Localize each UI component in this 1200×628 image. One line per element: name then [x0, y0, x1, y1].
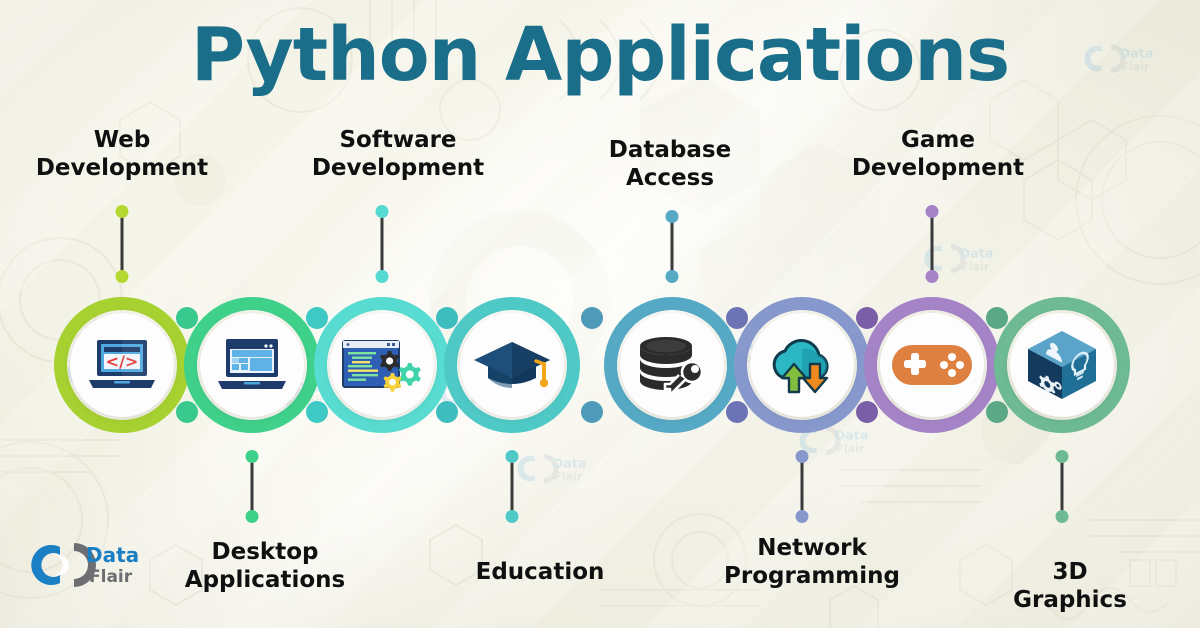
- node-label-software-development: Software Development: [311, 127, 485, 182]
- chain-joint-dot: [726, 401, 748, 423]
- connector-stem: [120, 211, 124, 277]
- node-label-desktop-applications: Desktop Applications: [184, 539, 346, 594]
- gamepad-icon: [880, 313, 984, 417]
- graduation-cap-icon: [460, 313, 564, 417]
- connector-database-access: [665, 210, 679, 283]
- chain-joint-dot: [176, 401, 198, 423]
- chain-joint-dot: [856, 307, 878, 329]
- chain-joint-dot: [581, 307, 603, 329]
- chain-joint-dot: [726, 307, 748, 329]
- cloud-transfer-icon: [750, 313, 854, 417]
- logo-text-primary: Data: [86, 543, 139, 567]
- connector-desktop-applications: [245, 450, 259, 523]
- cube-3d-icon: [1010, 313, 1114, 417]
- node-label-game-development: Game Development: [851, 127, 1025, 182]
- connector-3d-graphics: [1055, 450, 1069, 523]
- connector-dot-bottom: [1055, 510, 1069, 523]
- connector-stem: [670, 216, 674, 277]
- node-label-education: Education: [475, 559, 605, 585]
- chain-joint-dot: [581, 401, 603, 423]
- chain-joint-dot: [436, 401, 458, 423]
- chain-joint-dot: [436, 307, 458, 329]
- connector-dot-top: [665, 210, 679, 223]
- laptop-window-icon: [200, 313, 304, 417]
- chain-joint-dot: [176, 307, 198, 329]
- connector-dot-top: [1055, 450, 1069, 463]
- dataflair-logo: Data Flair: [30, 538, 150, 590]
- connector-stem: [250, 456, 254, 517]
- node-label-web-development: Web Development: [35, 127, 209, 182]
- connector-stem: [800, 456, 804, 517]
- chain-joint-dot: [986, 401, 1008, 423]
- connector-education: [505, 450, 519, 523]
- node-label-network-programming: Network Programming: [724, 535, 900, 590]
- connector-dot-top: [925, 205, 939, 218]
- connector-dot-bottom: [665, 270, 679, 283]
- connector-dot-top: [505, 450, 519, 463]
- connector-stem: [380, 211, 384, 277]
- connector-dot-top: [245, 450, 259, 463]
- connector-dot-top: [115, 205, 129, 218]
- connector-dot-bottom: [245, 510, 259, 523]
- connector-dot-bottom: [795, 510, 809, 523]
- chain-joint-dot: [856, 401, 878, 423]
- database-key-icon: [620, 313, 724, 417]
- code-window-gears-icon: [330, 313, 434, 417]
- chain-joint-dot: [306, 307, 328, 329]
- connector-game-development: [925, 205, 939, 283]
- connector-dot-bottom: [375, 270, 389, 283]
- logo-text-secondary: Flair: [89, 567, 133, 587]
- connector-dot-top: [375, 205, 389, 218]
- connector-dot-bottom: [925, 270, 939, 283]
- chain-joint-dot: [986, 307, 1008, 329]
- connector-stem: [930, 211, 934, 277]
- node-label-3d-graphics: 3D Graphics: [1013, 559, 1127, 614]
- connector-web-development: [115, 205, 129, 283]
- connector-software-development: [375, 205, 389, 283]
- laptop-code-icon: </>: [70, 313, 174, 417]
- chain-joint-dot: [306, 401, 328, 423]
- infographic-canvas: DataFlairDataFlairDataFlairDataFlairData…: [0, 0, 1200, 628]
- connector-dot-bottom: [115, 270, 129, 283]
- connector-network-programming: [795, 450, 809, 523]
- node-label-database-access: Database Access: [608, 137, 732, 192]
- connector-stem: [510, 456, 514, 517]
- page-title: Python Applications: [190, 12, 1010, 98]
- connector-dot-bottom: [505, 510, 519, 523]
- connector-dot-top: [795, 450, 809, 463]
- connector-stem: [1060, 456, 1064, 517]
